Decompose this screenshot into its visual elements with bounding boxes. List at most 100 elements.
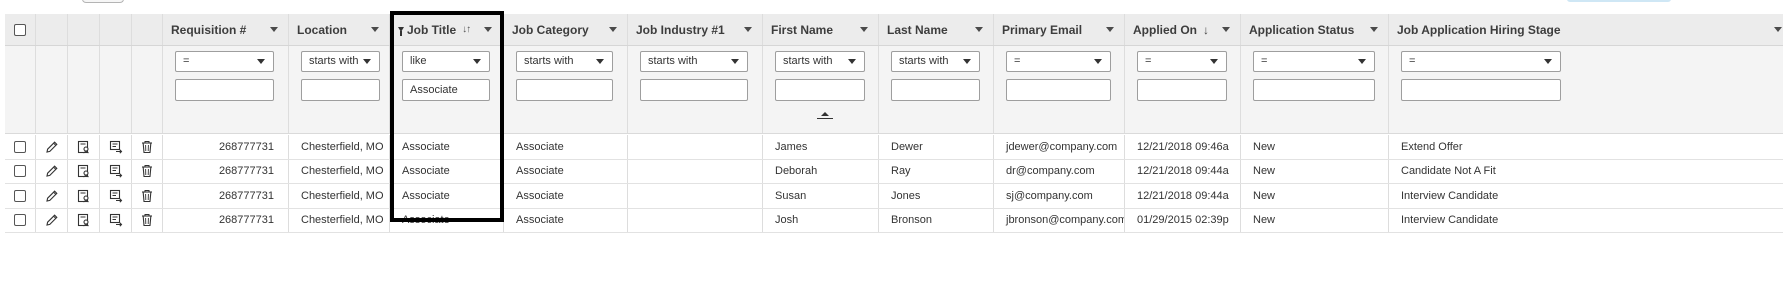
chevron-down-icon (963, 59, 971, 64)
column-menu-chevron-icon[interactable] (1774, 27, 1782, 32)
cell-first: James (763, 135, 879, 159)
filter-value-input-first[interactable] (775, 79, 865, 101)
header-label-applied: Applied On (1133, 22, 1197, 37)
header-req[interactable]: Requisition # (163, 14, 289, 45)
view-applicant-icon[interactable] (68, 184, 100, 208)
view-applicant-icon[interactable] (68, 208, 100, 232)
view-applicant-icon[interactable] (68, 159, 100, 183)
filter-operator-value: = (183, 55, 190, 67)
filter-operator-value: starts with (309, 55, 359, 67)
cell-email: jbronson@company.com (994, 208, 1125, 232)
toolbar-action-button-edge[interactable] (1567, 0, 1671, 2)
move-applicant-icon[interactable] (100, 184, 132, 208)
table-row[interactable]: 268777731 Chesterfield, MO Associate Associ… (5, 135, 1783, 160)
filter-stage: = (1389, 46, 1783, 133)
filter-operator-value: = (1409, 55, 1416, 67)
header-status[interactable]: Application Status (1241, 14, 1389, 45)
move-applicant-icon[interactable] (100, 159, 132, 183)
move-applicant-icon[interactable] (100, 208, 132, 232)
filter-operator-select-first[interactable]: starts with (775, 51, 865, 72)
filter-operator-select-applied[interactable]: = (1137, 51, 1227, 72)
collapse-filter-icon[interactable] (817, 111, 833, 119)
trash-icon[interactable] (132, 135, 163, 159)
trash-icon[interactable] (132, 184, 163, 208)
filter-value-input-stage[interactable] (1401, 79, 1561, 101)
filter-value-input-title[interactable]: Associate (402, 79, 490, 101)
header-stage[interactable]: Job Application Hiring Stage (1389, 14, 1783, 45)
column-menu-chevron-icon[interactable] (270, 27, 278, 32)
filter-operator-select-loc[interactable]: starts with (301, 51, 380, 72)
filter-operator-select-title[interactable]: like (402, 51, 490, 72)
column-menu-chevron-icon[interactable] (609, 27, 617, 32)
table-row[interactable]: 268777731 Chesterfield, MO Associate Associ… (5, 159, 1783, 184)
header-email[interactable]: Primary Email (994, 14, 1125, 45)
column-menu-chevron-icon[interactable] (484, 27, 493, 32)
move-applicant-icon[interactable] (100, 135, 132, 159)
header-loc[interactable]: Location (289, 14, 390, 45)
toolbar-button-edge[interactable] (82, 0, 124, 3)
view-applicant-icon[interactable] (68, 135, 100, 159)
filter-value-input-cat[interactable] (516, 79, 613, 101)
filter-operator-select-status[interactable]: = (1253, 51, 1375, 72)
sort-toggle-icon[interactable]: ↓↑ (462, 24, 471, 35)
header-label-first: First Name (771, 22, 834, 37)
cell-req: 268777731 (163, 159, 289, 183)
header-last[interactable]: Last Name (879, 14, 994, 45)
pencil-icon[interactable] (36, 135, 68, 159)
filter-operator-select-ind[interactable]: starts with (640, 51, 748, 72)
column-menu-chevron-icon[interactable] (1370, 27, 1378, 32)
filter-value-input-req[interactable] (175, 79, 274, 101)
pencil-icon[interactable] (36, 208, 68, 232)
row-select-checkbox[interactable] (14, 140, 26, 153)
table-row[interactable]: 268777731 Chesterfield, MO Associate Associ… (5, 208, 1783, 233)
filter-cat: starts with (504, 46, 628, 133)
cell-email: jdewer@company.com (994, 135, 1125, 159)
cell-applied: 01/29/2015 02:39p (1125, 208, 1241, 232)
header-ind[interactable]: Job Industry #1 (628, 14, 763, 45)
cell-chk (5, 208, 36, 232)
filter-value-input-applied[interactable] (1137, 79, 1227, 101)
sort-descending-icon[interactable]: ↓ (1203, 23, 1222, 37)
header-first[interactable]: First Name (763, 14, 879, 45)
filter-value-input-ind[interactable] (640, 79, 748, 101)
filter-value-input-email[interactable] (1006, 79, 1111, 101)
chevron-down-icon (1094, 59, 1102, 64)
chevron-down-icon (473, 59, 481, 64)
filter-operator-select-cat[interactable]: starts with (516, 51, 613, 72)
trash-icon[interactable] (132, 159, 163, 183)
header-label-ind: Job Industry #1 (636, 22, 725, 37)
column-menu-chevron-icon[interactable] (371, 27, 379, 32)
column-menu-chevron-icon[interactable] (744, 27, 752, 32)
header-label-status: Application Status (1249, 22, 1355, 37)
header-applied[interactable]: Applied On ↓ (1125, 14, 1241, 45)
filter-value-input-loc[interactable] (301, 79, 380, 101)
row-select-checkbox[interactable] (14, 165, 26, 178)
header-title[interactable]: Job Title ↓↑ (390, 14, 504, 45)
column-menu-chevron-icon[interactable] (1222, 27, 1230, 32)
pencil-icon[interactable] (36, 159, 68, 183)
filter-value-input-status[interactable] (1253, 79, 1375, 101)
column-menu-chevron-icon[interactable] (1106, 27, 1114, 32)
grid-header-row: Requisition # Location Job Title ↓↑ Job Cate… (5, 14, 1783, 46)
select-all-checkbox[interactable] (14, 23, 26, 36)
cell-ind (628, 184, 763, 208)
header-label-last: Last Name (887, 22, 948, 37)
filter-operator-select-last[interactable]: starts with (891, 51, 980, 72)
column-menu-chevron-icon[interactable] (860, 27, 868, 32)
row-select-checkbox[interactable] (14, 214, 26, 227)
filter-operator-select-stage[interactable]: = (1401, 51, 1561, 72)
filter-operator-value: = (1261, 55, 1268, 67)
column-menu-chevron-icon[interactable] (975, 27, 983, 32)
trash-icon[interactable] (132, 208, 163, 232)
cell-chk (5, 135, 36, 159)
chevron-down-icon (1544, 59, 1552, 64)
filter-operator-select-email[interactable]: = (1006, 51, 1111, 72)
row-select-checkbox[interactable] (14, 189, 26, 202)
cell-chk (5, 184, 36, 208)
pencil-icon[interactable] (36, 184, 68, 208)
filter-value-input-last[interactable] (891, 79, 980, 101)
filter-operator-select-req[interactable]: = (175, 51, 274, 72)
cell-status: New (1241, 159, 1389, 183)
table-row[interactable]: 268777731 Chesterfield, MO Associate Associ… (5, 184, 1783, 209)
header-cat[interactable]: Job Category (504, 14, 628, 45)
